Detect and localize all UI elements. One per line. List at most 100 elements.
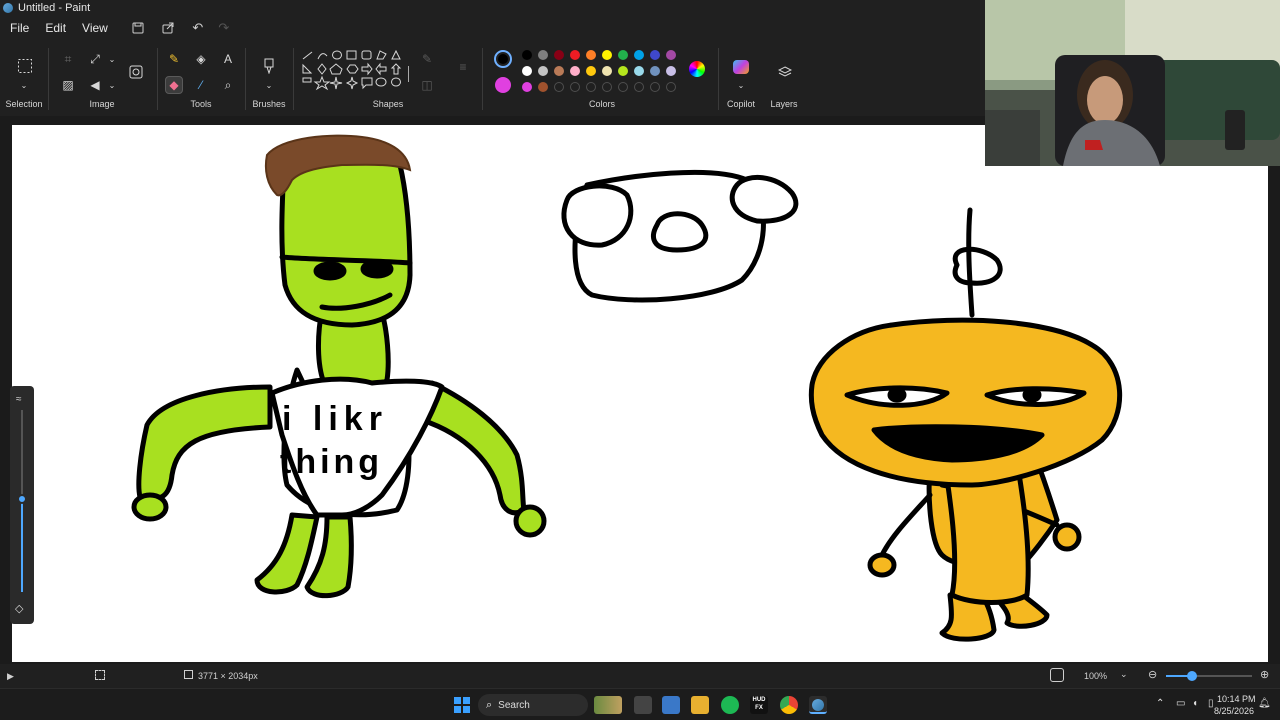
yellow-character-left-pupil	[887, 387, 907, 403]
slider-thumb[interactable]	[17, 494, 27, 504]
color-swatch[interactable]	[650, 50, 660, 60]
yellow-character-right-hand	[1052, 522, 1082, 552]
search-box[interactable]: ⌕ Search	[478, 694, 588, 716]
zoom-level[interactable]: 100%	[1084, 671, 1107, 681]
shapes-scrollbar[interactable]	[408, 66, 409, 82]
color-swatch[interactable]	[650, 66, 660, 76]
undo-icon[interactable]: ↶	[188, 18, 208, 38]
outline-icon[interactable]: ✎	[418, 50, 436, 68]
network-icon[interactable]: ▭	[1176, 698, 1185, 709]
color-swatch[interactable]	[570, 82, 580, 92]
color-swatch[interactable]	[602, 66, 612, 76]
green-character-right-eye	[360, 259, 394, 279]
status-bar: ▶ 3771 × 2034px 100% ⌄ ⊖ ⊕	[0, 664, 1280, 688]
color-swatch[interactable]	[522, 66, 532, 76]
file-explorer-icon[interactable]	[691, 696, 709, 714]
color-swatch[interactable]	[538, 82, 548, 92]
notification-icon[interactable]: 🔔︎	[1258, 698, 1271, 709]
battery-icon[interactable]: ▯	[1208, 698, 1214, 709]
chrome-icon[interactable]	[780, 696, 798, 714]
save-icon[interactable]	[128, 18, 148, 38]
select-all-icon[interactable]: ▨	[59, 76, 77, 94]
color-swatch[interactable]	[666, 82, 676, 92]
color-swatch[interactable]	[618, 82, 628, 92]
zoom-slider-thumb[interactable]	[1186, 671, 1197, 681]
yellow-character-antenna-loop	[952, 246, 1003, 286]
tray-chevron-up-icon[interactable]: ⌃	[1156, 698, 1164, 709]
image-background-icon[interactable]	[126, 62, 146, 82]
color-picker-icon[interactable]: ⁄	[192, 76, 210, 94]
menu-file[interactable]: File	[2, 16, 37, 40]
rotate-icon[interactable]: ◀	[86, 76, 104, 94]
zoom-in-icon[interactable]: ⊕	[1260, 668, 1269, 681]
zoom-chevron-down-icon[interactable]: ⌄	[1120, 669, 1128, 680]
shapes-gallery[interactable]	[300, 48, 410, 98]
selection-chevron-down-icon[interactable]: ⌄	[15, 76, 33, 94]
fill-icon[interactable]: ◈	[192, 50, 210, 68]
color-swatch[interactable]	[666, 66, 676, 76]
text-icon[interactable]: A	[219, 50, 237, 68]
webcam-overlay	[985, 0, 1280, 166]
color-swatch[interactable]	[618, 50, 628, 60]
green-character-right-hand	[513, 504, 547, 538]
eraser-icon[interactable]: ◆	[165, 76, 183, 94]
color-swatch[interactable]	[602, 50, 612, 60]
zoom-out-icon[interactable]: ⊖	[1148, 668, 1157, 681]
color-swatch[interactable]	[522, 50, 532, 60]
color-swatch[interactable]	[538, 66, 548, 76]
start-icon[interactable]	[454, 697, 470, 713]
resize-chevron-down-icon[interactable]: ⌄	[103, 50, 121, 68]
color-swatch[interactable]	[666, 50, 676, 60]
color-swatch[interactable]	[586, 66, 596, 76]
color-swatch[interactable]	[602, 82, 612, 92]
color-swatch[interactable]	[634, 66, 644, 76]
color-swatch[interactable]	[554, 50, 564, 60]
drawing-canvas[interactable]: i likr thing	[12, 125, 1268, 662]
group-label-layers: Layers	[770, 99, 798, 109]
clock-date[interactable]: 8/25/2026	[1214, 706, 1254, 716]
brush-icon[interactable]	[259, 56, 279, 76]
color-swatch[interactable]	[634, 82, 644, 92]
volume-icon[interactable]: ◖	[1192, 698, 1198, 709]
brushes-chevron-down-icon[interactable]: ⌄	[260, 76, 278, 94]
color-swatch[interactable]	[570, 50, 580, 60]
color-swatch[interactable]	[650, 82, 660, 92]
share-icon[interactable]	[158, 18, 178, 38]
notepad-icon[interactable]	[662, 696, 680, 714]
spotify-icon[interactable]	[721, 696, 739, 714]
rotate-chevron-down-icon[interactable]: ⌄	[103, 76, 121, 94]
paint-taskbar-icon[interactable]	[809, 696, 827, 714]
widgets-icon[interactable]	[594, 696, 622, 714]
selection-icon[interactable]	[15, 56, 35, 76]
copilot-icon[interactable]	[733, 60, 749, 74]
hudfx-icon[interactable]: HUD FX	[750, 696, 768, 714]
pencil-icon[interactable]: ✎	[165, 50, 183, 68]
resize-icon[interactable]: ⤢	[86, 50, 104, 68]
menu-edit[interactable]: Edit	[37, 16, 74, 40]
copilot-chevron-down-icon[interactable]: ⌄	[732, 76, 750, 94]
edit-colors-icon[interactable]	[689, 61, 705, 77]
magnifier-icon[interactable]: ⌕	[219, 76, 237, 94]
task-view-icon[interactable]	[634, 696, 652, 714]
redo-icon[interactable]: ↷	[214, 18, 234, 38]
secondary-color-swatch[interactable]	[495, 77, 511, 93]
color-swatch[interactable]	[586, 50, 596, 60]
layers-icon[interactable]	[775, 62, 795, 82]
brush-size-slider[interactable]: ≈ ◇	[10, 386, 34, 624]
menu-view[interactable]: View	[74, 16, 116, 40]
color-swatch[interactable]	[538, 50, 548, 60]
color-swatch[interactable]	[554, 66, 564, 76]
taskbar: ⌕ Search HUD FX ⌃ ▭ ◖ ▯ 10:14 PM 8/25/20…	[0, 688, 1280, 720]
clock-time[interactable]: 10:14 PM	[1217, 694, 1256, 704]
primary-color-swatch[interactable]	[494, 50, 512, 68]
color-swatch[interactable]	[634, 50, 644, 60]
size-icon[interactable]: ≡	[454, 58, 472, 76]
fill-style-icon[interactable]: ◫	[418, 76, 436, 94]
crop-icon[interactable]: ⌗	[59, 50, 77, 68]
color-swatch[interactable]	[586, 82, 596, 92]
color-swatch[interactable]	[522, 82, 532, 92]
fit-to-window-icon[interactable]	[1050, 668, 1064, 682]
color-swatch[interactable]	[618, 66, 628, 76]
color-swatch[interactable]	[554, 82, 564, 92]
color-swatch[interactable]	[570, 66, 580, 76]
